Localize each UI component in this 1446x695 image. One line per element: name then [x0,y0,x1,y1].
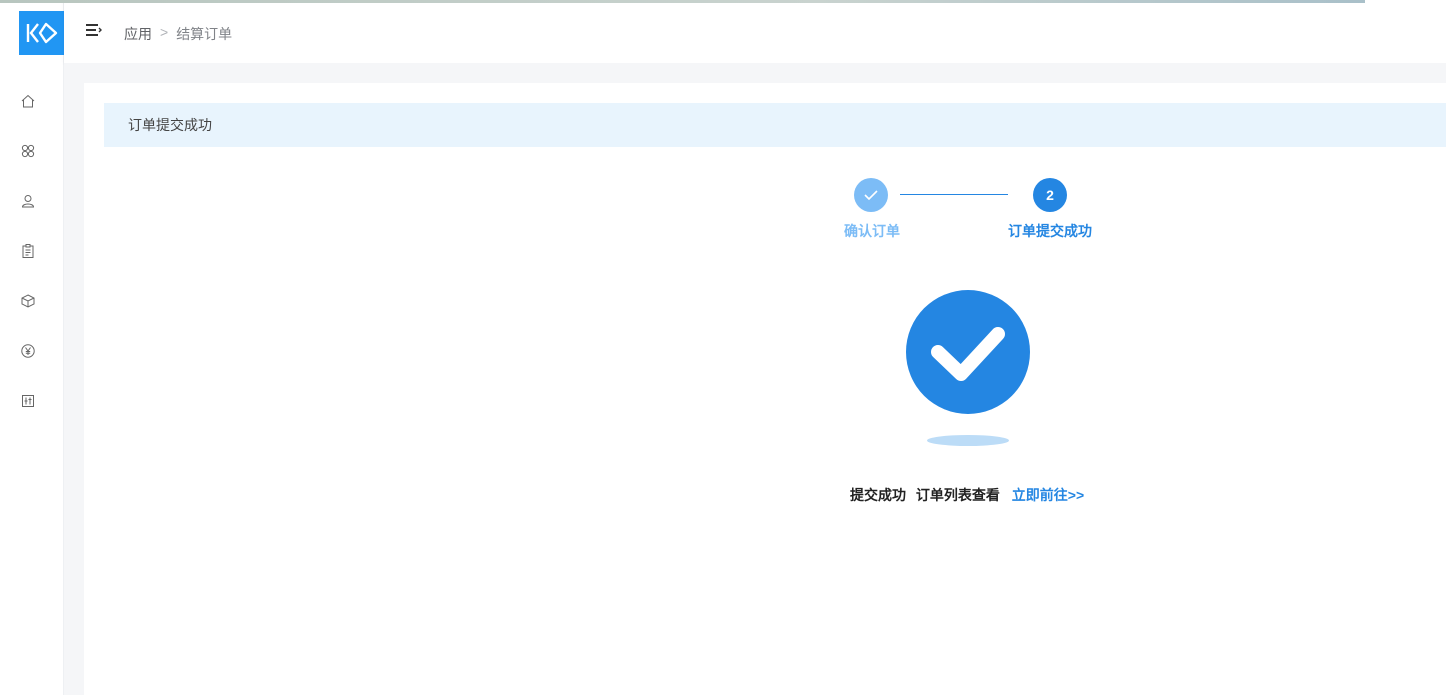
result-message: 提交成功 订单列表查看 立即前往>> [850,485,1084,505]
top-progress-bar [0,0,1365,3]
menu-toggle-button[interactable] [84,22,104,42]
box-icon [21,294,35,308]
success-check-icon [906,290,1030,414]
breadcrumb-item-current: 结算订单 [176,26,233,42]
result-status-text: 提交成功 [850,487,906,503]
main-content: 订单提交成功 2 确认订单 订单提交成功 提交成功 订单列表查看 立即前往>> [64,63,1446,695]
breadcrumb: 应用 > 结算订单 [124,24,232,44]
order-steps: 2 确认订单 订单提交成功 [84,178,1446,239]
go-to-orders-link[interactable]: 立即前往>> [1012,487,1084,503]
order-card: 订单提交成功 2 确认订单 订单提交成功 提交成功 订单列表查看 立即前往>> [84,83,1446,695]
sidebar-menu [0,76,56,426]
step-2-label: 订单提交成功 [1008,223,1092,239]
report-icon [22,395,34,407]
top-header: 应用 > 结算订单 [64,0,1446,63]
app-logo[interactable] [19,11,64,55]
step-connector [900,194,1008,195]
step-1-circle [854,178,888,212]
sidebar-item-user[interactable] [0,176,56,226]
menu-fold-icon [86,24,102,36]
sidebar-item-apps[interactable] [0,126,56,176]
apps-icon [21,144,35,158]
home-icon [21,94,35,108]
clipboard-icon [22,244,34,258]
breadcrumb-separator: > [160,24,169,40]
yuan-icon [21,344,35,358]
step-2-circle: 2 [1033,178,1067,212]
sidebar-item-products[interactable] [0,276,56,326]
result-hint-text: 订单列表查看 [915,487,1000,503]
card-title: 订单提交成功 [104,103,1446,147]
logo-icon [26,22,57,44]
step-1-label: 确认订单 [844,223,900,239]
breadcrumb-item-app[interactable]: 应用 [124,24,152,44]
sidebar-item-orders[interactable] [0,226,56,276]
check-icon [864,190,878,201]
sidebar-item-home[interactable] [0,76,56,126]
sidebar-item-finance[interactable] [0,326,56,376]
sidebar-item-reports[interactable] [0,376,56,426]
user-icon [21,195,35,208]
sidebar [0,0,64,695]
success-icon-shadow [927,435,1009,446]
